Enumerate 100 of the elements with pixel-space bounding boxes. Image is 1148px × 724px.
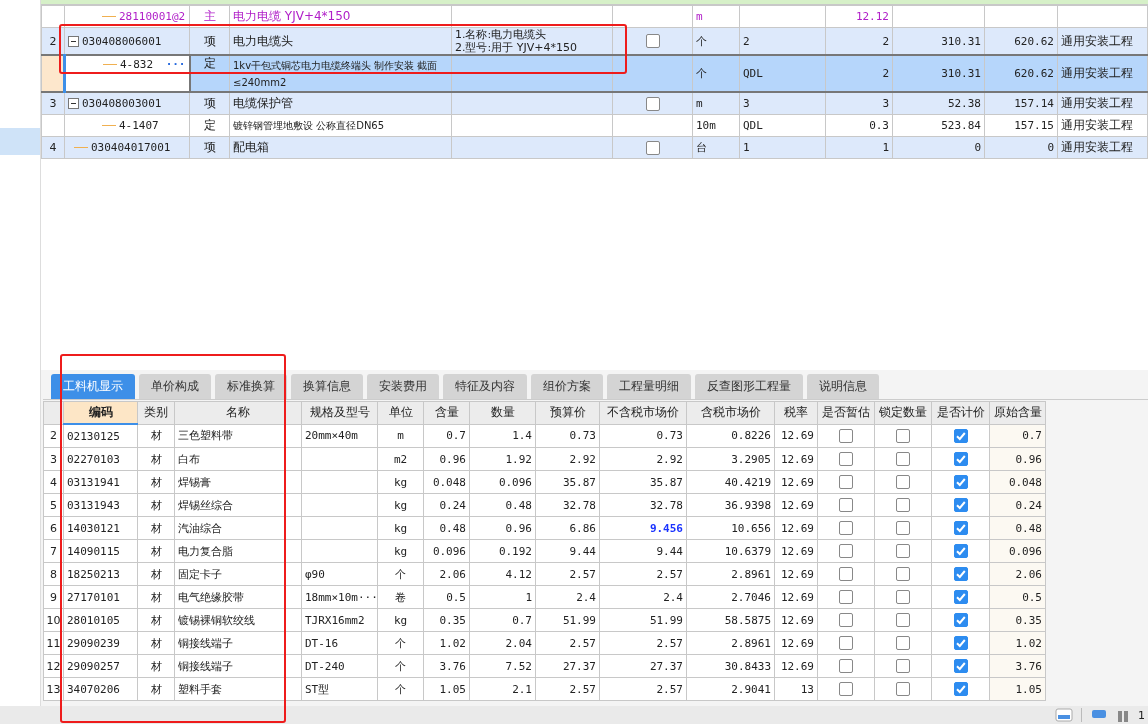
checkbox[interactable]: [896, 544, 910, 559]
item-code: 030408006001: [82, 34, 162, 48]
checkbox[interactable]: [953, 636, 968, 651]
checkbox[interactable]: [953, 429, 968, 443]
table-cell: 0.35: [1015, 613, 1042, 627]
checkbox[interactable]: [896, 498, 910, 513]
table-cell: 2.57: [656, 567, 683, 581]
table-cell: 2.4: [663, 590, 683, 604]
checkbox[interactable]: [839, 521, 853, 536]
total-price: 620.62: [1014, 34, 1054, 48]
unit: m: [696, 97, 703, 110]
checkbox[interactable]: [839, 475, 853, 490]
column-header[interactable]: 含量: [423, 401, 470, 424]
checkbox[interactable]: [839, 567, 853, 582]
tab[interactable]: 换算信息: [291, 374, 363, 399]
table-cell: 材: [150, 567, 162, 581]
tab[interactable]: 说明信息: [807, 374, 879, 399]
table-cell: 个: [395, 636, 406, 650]
checkbox[interactable]: [839, 659, 853, 674]
column-header[interactable]: 是否计价: [931, 401, 990, 424]
checkbox[interactable]: [839, 452, 853, 467]
checkbox[interactable]: [953, 452, 968, 467]
checkbox[interactable]: [953, 590, 968, 605]
column-header[interactable]: 预算价: [535, 401, 600, 424]
column-header[interactable]: 含税市场价: [686, 401, 775, 424]
table-cell: 12.69: [780, 429, 814, 443]
table-cell: 焊锡膏: [178, 475, 211, 489]
checkbox[interactable]: [839, 682, 853, 697]
checkbox[interactable]: [896, 590, 910, 605]
column-header[interactable]: 单位: [377, 401, 424, 424]
quantity-expression: QDL: [743, 67, 763, 80]
column-header[interactable]: 类别: [137, 401, 175, 424]
checkbox[interactable]: [839, 590, 853, 605]
table-cell: 0.096: [1008, 544, 1042, 558]
collapse-icon[interactable]: [68, 35, 79, 47]
checkbox[interactable]: [953, 567, 968, 582]
column-header[interactable]: 锁定数量: [874, 401, 932, 424]
tab[interactable]: 标准换算: [215, 374, 287, 399]
checkbox[interactable]: [896, 636, 910, 651]
checkbox[interactable]: [839, 429, 853, 443]
table-cell: 4.12: [505, 567, 532, 581]
checkbox[interactable]: [953, 521, 968, 536]
item-type: 定: [203, 57, 216, 70]
table-cell: 58.5875: [724, 613, 771, 627]
checkbox[interactable]: [953, 682, 968, 697]
checkbox[interactable]: [896, 521, 910, 536]
tab[interactable]: 单价构成: [139, 374, 211, 399]
checkbox[interactable]: [839, 613, 853, 628]
table-cell: 9.44: [656, 544, 683, 558]
column-header[interactable]: 是否暂估: [817, 401, 875, 424]
checkbox[interactable]: [645, 140, 660, 155]
checkbox[interactable]: [896, 452, 910, 467]
column-header[interactable]: 数量: [469, 401, 536, 424]
column-header[interactable]: 不含税市场价: [599, 401, 687, 424]
table-cell: 电气绝缘胶带: [178, 590, 244, 604]
unit-price: 0: [974, 141, 981, 154]
tab[interactable]: 工程量明细: [607, 374, 691, 399]
checkbox[interactable]: [896, 429, 910, 443]
row-number: 2: [49, 34, 57, 48]
more-button[interactable]: ···: [165, 58, 186, 71]
checkbox[interactable]: [839, 636, 853, 651]
table-cell: 2.57: [656, 682, 683, 696]
table-cell: kg: [393, 544, 408, 558]
checkbox[interactable]: [953, 544, 968, 559]
checkbox[interactable]: [839, 498, 853, 513]
table-cell: 2.9041: [731, 682, 771, 696]
column-header[interactable]: 税率: [774, 401, 818, 424]
tab[interactable]: 特征及内容: [443, 374, 527, 399]
checkbox[interactable]: [896, 475, 910, 490]
checkbox[interactable]: [953, 475, 968, 490]
item-code: 030404017001: [91, 141, 171, 154]
layout-icon[interactable]: [1055, 708, 1073, 722]
tab[interactable]: 反查图形工程量: [695, 374, 803, 399]
table-cell: 1.02: [439, 636, 466, 650]
row-number: 3: [50, 452, 57, 466]
column-header[interactable]: 原始含量: [989, 401, 1046, 424]
quantity-expression: 2: [743, 34, 750, 48]
tab[interactable]: 组价方案: [531, 374, 603, 399]
column-header[interactable]: 名称: [174, 401, 302, 424]
table-cell: ST型: [305, 682, 330, 696]
checkbox[interactable]: [839, 544, 853, 559]
checkbox[interactable]: [953, 613, 968, 628]
tab[interactable]: 安装费用: [367, 374, 439, 399]
checkbox[interactable]: [645, 96, 660, 111]
column-header[interactable]: 编码: [63, 401, 138, 424]
columns-icon[interactable]: [1116, 708, 1130, 722]
checkbox[interactable]: [896, 682, 910, 697]
checkbox[interactable]: [896, 659, 910, 674]
item-type: 项: [203, 96, 216, 110]
checkbox[interactable]: [645, 34, 660, 48]
checkbox[interactable]: [896, 567, 910, 582]
collapse-icon[interactable]: [68, 98, 79, 109]
checkbox[interactable]: [953, 659, 968, 674]
checkbox[interactable]: [953, 498, 968, 513]
table-cell: 0.7: [446, 429, 466, 443]
checkbox[interactable]: [896, 613, 910, 628]
table-cell: 35.87: [562, 475, 596, 489]
column-header[interactable]: 规格及型号: [301, 401, 378, 424]
item-name: 电力电缆头: [233, 33, 293, 48]
table-cell: 0.8226: [731, 429, 771, 443]
